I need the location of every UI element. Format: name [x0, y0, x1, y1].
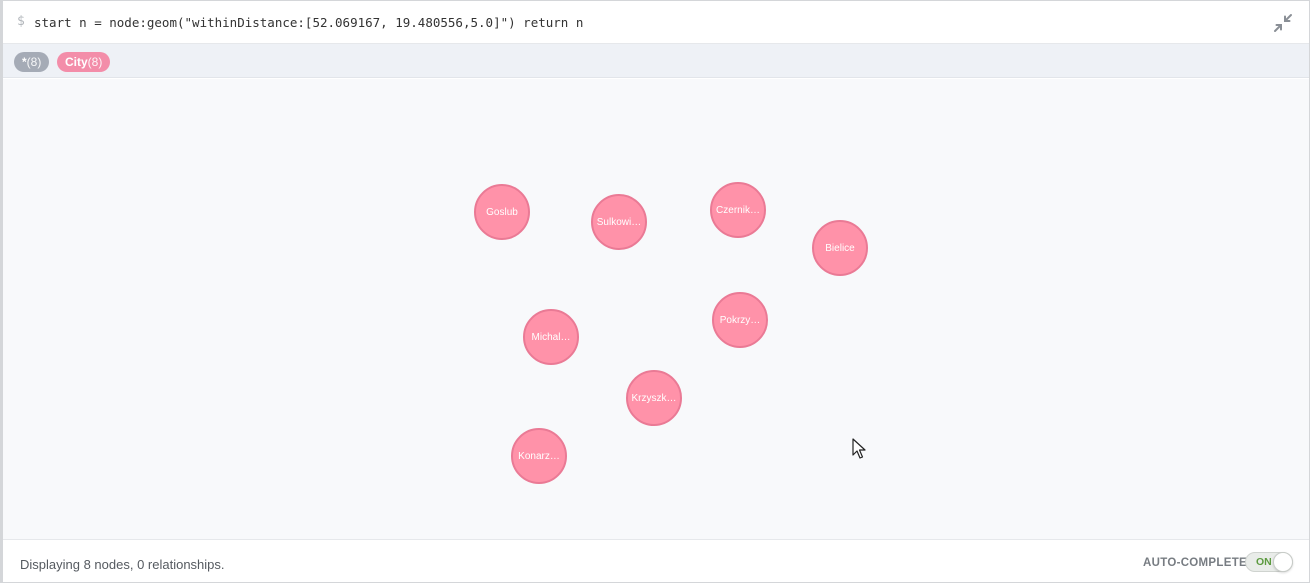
- graph-node[interactable]: Czernik…: [710, 182, 766, 238]
- graph-node[interactable]: Goslub: [474, 184, 530, 240]
- label-pill-count: (8): [26, 55, 42, 69]
- mouse-pointer-icon: [852, 438, 866, 460]
- graph-node[interactable]: Bielice: [812, 220, 868, 276]
- result-frame: $ start n = node:geom("withinDistance:[5…: [0, 0, 1310, 583]
- query-text[interactable]: start n = node:geom("withinDistance:[52.…: [34, 15, 583, 30]
- autocomplete-label: AUTO-COMPLETE: [1143, 557, 1247, 569]
- label-pill-all[interactable]: *(8): [14, 52, 50, 72]
- status-text: Displaying 8 nodes, 0 relationships.: [20, 557, 225, 572]
- graph-node[interactable]: Krzyszk…: [626, 370, 682, 426]
- graph-node[interactable]: Sulkowi…: [591, 194, 647, 250]
- label-pill-name: City: [65, 55, 88, 69]
- graph-node[interactable]: Pokrzy…: [712, 292, 768, 348]
- collapse-icon[interactable]: [1273, 13, 1293, 33]
- graph-node[interactable]: Konarz…: [511, 428, 567, 484]
- label-bar: *(8) City(8): [3, 44, 1309, 78]
- status-bar: Displaying 8 nodes, 0 relationships. AUT…: [3, 539, 1309, 582]
- label-pill-count: (8): [87, 55, 103, 69]
- query-bar: $ start n = node:geom("withinDistance:[5…: [3, 1, 1309, 44]
- toggle-state: ON: [1256, 556, 1272, 568]
- label-pill-city[interactable]: City(8): [57, 52, 111, 72]
- label-pill-name: *: [22, 55, 27, 69]
- graph-canvas[interactable]: Goslub Sulkowi… Czernik… Bielice Pokrzy……: [3, 79, 1309, 540]
- graph-node[interactable]: Michal…: [523, 309, 579, 365]
- prompt-symbol: $: [17, 14, 25, 29]
- autocomplete-toggle[interactable]: ON: [1245, 552, 1293, 572]
- toggle-knob[interactable]: [1273, 552, 1293, 572]
